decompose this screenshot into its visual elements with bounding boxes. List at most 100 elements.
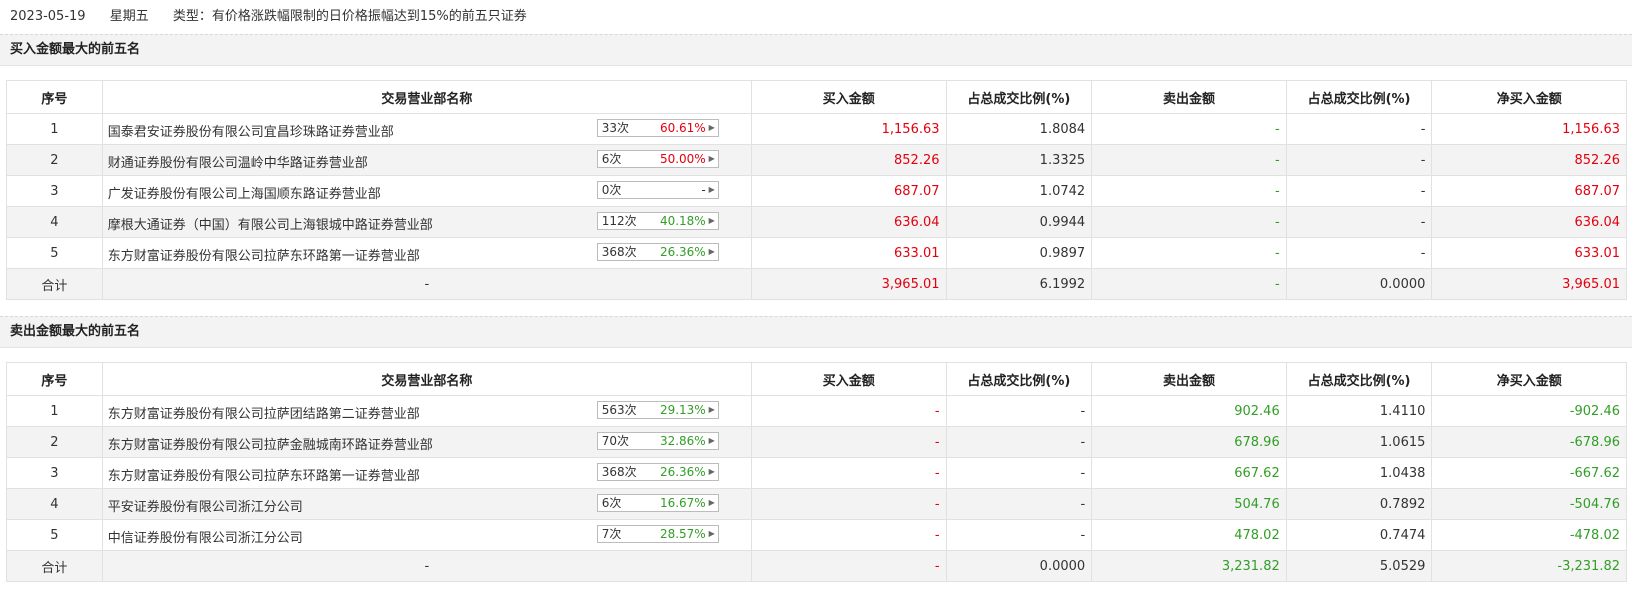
branch-stats-badge[interactable]: 6次 16.67% ▶ — [596, 494, 719, 512]
buy-amount: 1,156.63 — [750, 113, 947, 145]
sell-amount: 678.96 — [1091, 426, 1287, 458]
total-sell-ratio: 0.0000 — [1285, 268, 1433, 300]
col-buy-amount[interactable]: 买入金额 — [750, 362, 947, 396]
net-buy-amount: -478.02 — [1431, 519, 1627, 551]
buy-ratio: - — [945, 519, 1093, 551]
total-name: - — [101, 268, 752, 300]
total-net-buy: -3,231.82 — [1431, 550, 1627, 582]
rank-cell: 1 — [6, 395, 103, 427]
total-buy-ratio: 0.0000 — [945, 550, 1093, 582]
net-buy-amount: -504.76 — [1431, 488, 1627, 520]
branch-stats-badge[interactable]: 563次 29.13% ▶ — [596, 401, 719, 419]
branch-name-link[interactable]: 东方财富证券股份有限公司拉萨东环路第一证券营业部 — [108, 465, 420, 484]
appearance-count: 70次 — [601, 434, 629, 448]
buy-ratio: 1.8084 — [945, 113, 1093, 145]
total-label: 合计 — [6, 550, 103, 582]
col-net-buy[interactable]: 净买入金额 — [1431, 80, 1627, 114]
triangle-right-icon: ▶ — [708, 216, 715, 225]
buy-amount: 852.26 — [750, 144, 947, 176]
win-rate: 40.18% — [659, 214, 706, 228]
total-buy-amount: - — [750, 550, 947, 582]
appearance-count: 368次 — [601, 245, 637, 259]
net-buy-amount: -667.62 — [1431, 457, 1627, 489]
net-buy-amount: -902.46 — [1431, 395, 1627, 427]
table-row: 2 财通证券股份有限公司温岭中华路证券营业部 6次 50.00% ▶ 852.26 1.33… — [6, 144, 1627, 176]
branch-name-link[interactable]: 东方财富证券股份有限公司拉萨团结路第二证券营业部 — [108, 403, 420, 422]
col-buy-ratio[interactable]: 占总成交比例(%) — [945, 80, 1093, 114]
buy-section-title: 买入金额最大的前五名 — [0, 34, 1632, 66]
branch-stats-badge[interactable]: 368次 26.36% ▶ — [596, 243, 719, 261]
buy-amount: - — [750, 488, 947, 520]
col-branch-name[interactable]: 交易营业部名称 — [101, 362, 752, 396]
total-sell-ratio: 5.0529 — [1285, 550, 1433, 582]
total-sell-amount: - — [1091, 268, 1287, 300]
sell-ratio: 0.7892 — [1285, 488, 1433, 520]
total-row: 合计 -3,965.01 6.1992-0.0000 3,965.01 — [6, 268, 1627, 300]
sell-amount: - — [1091, 113, 1287, 145]
branch-stats-badge[interactable]: 7次 28.57% ▶ — [596, 525, 719, 543]
branch-name-link[interactable]: 国泰君安证券股份有限公司宜昌珍珠路证券营业部 — [108, 121, 394, 140]
triangle-right-icon: ▶ — [708, 405, 715, 414]
triangle-right-icon: ▶ — [708, 185, 715, 194]
table-row: 4 平安证券股份有限公司浙江分公司 6次 16.67% ▶ - -504.76 0.7892-… — [6, 488, 1627, 520]
branch-name-cell: 东方财富证券股份有限公司拉萨东环路第一证券营业部 368次 26.36% ▶ — [101, 237, 752, 269]
branch-stats-badge[interactable]: 33次 60.61% ▶ — [596, 119, 719, 137]
buy-ratio: - — [945, 488, 1093, 520]
branch-name-cell: 摩根大通证券（中国）有限公司上海银城中路证券营业部 112次 40.18% ▶ — [101, 206, 752, 238]
branch-name-cell: 广发证券股份有限公司上海国顺东路证券营业部 0次 - ▶ — [101, 175, 752, 207]
win-rate: 60.61% — [659, 121, 706, 135]
branch-name-link[interactable]: 中信证券股份有限公司浙江分公司 — [108, 527, 303, 546]
total-buy-ratio: 6.1992 — [945, 268, 1093, 300]
win-rate: 16.67% — [659, 496, 706, 510]
branch-name-link[interactable]: 摩根大通证券（中国）有限公司上海银城中路证券营业部 — [108, 214, 433, 233]
col-sell-ratio[interactable]: 占总成交比例(%) — [1285, 362, 1433, 396]
appearance-count: 7次 — [601, 527, 622, 541]
appearance-count: 112次 — [601, 214, 637, 228]
col-sell-amount[interactable]: 卖出金额 — [1091, 80, 1287, 114]
appearance-count: 368次 — [601, 465, 637, 479]
branch-name-link[interactable]: 平安证券股份有限公司浙江分公司 — [108, 496, 303, 515]
col-sell-ratio[interactable]: 占总成交比例(%) — [1285, 80, 1433, 114]
sell-amount: - — [1091, 237, 1287, 269]
net-buy-amount: 852.26 — [1431, 144, 1627, 176]
net-buy-amount: 687.07 — [1431, 175, 1627, 207]
net-buy-amount: 633.01 — [1431, 237, 1627, 269]
table-row: 1 东方财富证券股份有限公司拉萨团结路第二证券营业部 563次 29.13% ▶ - -90… — [6, 395, 1627, 427]
branch-name-link[interactable]: 广发证券股份有限公司上海国顺东路证券营业部 — [108, 183, 381, 202]
branch-stats-badge[interactable]: 70次 32.86% ▶ — [596, 432, 719, 450]
col-rank[interactable]: 序号 — [6, 80, 103, 114]
total-label: 合计 — [6, 268, 103, 300]
rank-cell: 4 — [6, 488, 103, 520]
col-branch-name[interactable]: 交易营业部名称 — [101, 80, 752, 114]
branch-name-link[interactable]: 东方财富证券股份有限公司拉萨金融城南环路证券营业部 — [108, 434, 433, 453]
col-net-buy[interactable]: 净买入金额 — [1431, 362, 1627, 396]
net-buy-amount: 1,156.63 — [1431, 113, 1627, 145]
branch-stats-badge[interactable]: 112次 40.18% ▶ — [596, 212, 719, 230]
col-buy-ratio[interactable]: 占总成交比例(%) — [945, 362, 1093, 396]
triangle-right-icon: ▶ — [708, 123, 715, 132]
rank-cell: 5 — [6, 519, 103, 551]
col-rank[interactable]: 序号 — [6, 362, 103, 396]
appearance-count: 6次 — [601, 496, 622, 510]
branch-stats-badge[interactable]: 6次 50.00% ▶ — [596, 150, 719, 168]
total-buy-amount: 3,965.01 — [750, 268, 947, 300]
list-type: 类型：有价格涨跌幅限制的日价格振幅达到15%的前五只证券 — [172, 9, 527, 24]
col-buy-amount[interactable]: 买入金额 — [750, 80, 947, 114]
net-buy-amount: -678.96 — [1431, 426, 1627, 458]
sell-ratio: 1.0615 — [1285, 426, 1433, 458]
trade-weekday: 星期五 — [109, 9, 149, 24]
buy-amount: - — [750, 519, 947, 551]
appearance-count: 563次 — [601, 403, 637, 417]
branch-stats-badge[interactable]: 368次 26.36% ▶ — [596, 463, 719, 481]
win-rate: 28.57% — [659, 527, 706, 541]
rank-cell: 2 — [6, 144, 103, 176]
win-rate: 26.36% — [659, 465, 706, 479]
table-header-row: 序号 交易营业部名称 买入金额 占总成交比例(%) 卖出金额 占总成交比例(%) 净买入金额 — [6, 80, 1627, 114]
buy-ratio: - — [945, 395, 1093, 427]
col-sell-amount[interactable]: 卖出金额 — [1091, 362, 1287, 396]
rank-cell: 1 — [6, 113, 103, 145]
sell-amount: - — [1091, 144, 1287, 176]
branch-name-link[interactable]: 财通证券股份有限公司温岭中华路证券营业部 — [108, 152, 368, 171]
branch-stats-badge[interactable]: 0次 - ▶ — [596, 181, 719, 199]
branch-name-link[interactable]: 东方财富证券股份有限公司拉萨东环路第一证券营业部 — [108, 245, 420, 264]
